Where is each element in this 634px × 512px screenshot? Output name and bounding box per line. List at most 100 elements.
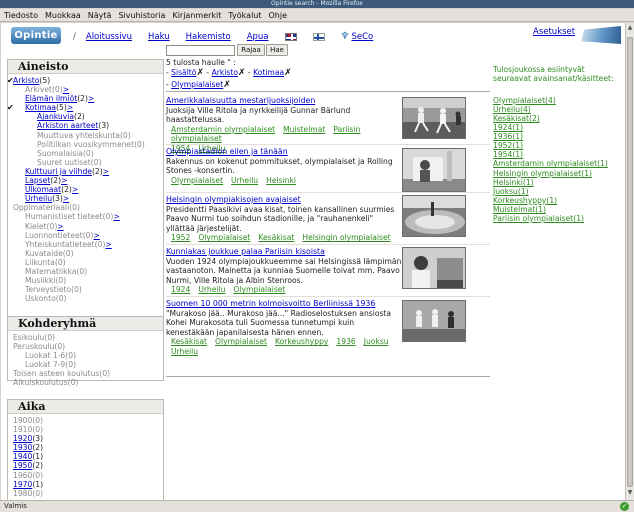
facet-item[interactable]: 1940(1) <box>13 452 163 461</box>
result-thumbnail[interactable] <box>402 97 466 139</box>
finnish-flag-icon[interactable] <box>312 32 325 41</box>
facet-item-label[interactable]: Ajankuvia <box>37 112 74 121</box>
menu-file[interactable]: Tiedosto <box>4 11 38 20</box>
facet-item-label[interactable]: Urheilu <box>25 194 52 203</box>
tag-link[interactable]: Olympialaiset <box>215 337 267 346</box>
result-thumbnail[interactable] <box>402 300 466 342</box>
related-keyword-link[interactable]: Pariisin olympialaiset(1) <box>493 214 621 223</box>
facet-item[interactable]: 1950(2) <box>13 461 163 470</box>
tag-link[interactable]: 1936 <box>336 337 355 346</box>
expand-arrow-icon[interactable]: > <box>103 167 109 176</box>
related-keyword-link[interactable]: Helsinki(1) <box>493 178 621 187</box>
menu-history[interactable]: Sivuhistoria <box>118 11 165 20</box>
related-keyword-link[interactable]: 1952(1) <box>493 141 621 150</box>
vertical-scrollbar[interactable]: ▲ ▼ <box>625 23 634 500</box>
facet-item[interactable]: ✔ Arkisto(5) <box>7 76 163 85</box>
related-keyword-link[interactable]: Juoksu(1) <box>493 187 621 196</box>
result-thumbnail[interactable] <box>402 247 466 289</box>
tag-link[interactable]: Urheilu <box>198 285 225 294</box>
tag-link[interactable]: Helsinki <box>266 176 296 185</box>
related-keyword-link[interactable]: Olympialaiset(4) <box>493 96 621 105</box>
tag-link[interactable]: Urheilu <box>231 176 258 185</box>
scroll-up-icon[interactable]: ▲ <box>627 25 633 31</box>
filter-olympialaiset[interactable]: Olympialaiset <box>171 80 223 89</box>
settings-link[interactable]: Asetukset <box>533 27 575 37</box>
remove-filter-icon[interactable]: ✗ <box>223 80 231 90</box>
tag-link[interactable]: Olympialaiset <box>233 285 285 294</box>
tag-link[interactable]: Olympialaiset <box>171 176 223 185</box>
expand-arrow-icon[interactable]: > <box>61 176 67 185</box>
facet-item-label[interactable]: 1970 <box>13 480 32 489</box>
expand-arrow-icon[interactable]: > <box>105 240 111 249</box>
facet-item[interactable]: 1970(1) <box>13 480 163 489</box>
facet-item-label[interactable]: Elämän ilmiöt <box>25 94 77 103</box>
facet-item[interactable]: Ulkomaat(2)> <box>13 185 163 194</box>
expand-arrow-icon[interactable]: > <box>57 222 63 231</box>
result-thumbnail[interactable] <box>402 195 466 237</box>
facet-item-label[interactable]: 1920 <box>13 434 32 443</box>
tag-link[interactable]: Olympialaiset <box>198 233 250 242</box>
facet-item[interactable]: Arkiston aarteet(3) <box>13 121 163 130</box>
facet-item-label[interactable]: Ulkomaat <box>25 185 61 194</box>
facet-item-label[interactable]: 1930 <box>13 443 32 452</box>
tag-link[interactable]: Helsingin olympialaiset <box>302 233 390 242</box>
result-title[interactable]: Amerikkalaisuutta mestarijuoksijoiden <box>166 96 396 106</box>
filter-arkisto[interactable]: Arkisto <box>212 68 238 77</box>
search-button[interactable]: Hae <box>266 44 288 56</box>
related-keyword-link[interactable]: 1954(1) <box>493 150 621 159</box>
menu-tools[interactable]: Työkalut <box>228 11 261 20</box>
facet-item[interactable]: Elämän ilmiöt(2)> <box>13 94 163 103</box>
facet-item-label[interactable]: 1940 <box>13 452 32 461</box>
filter-sisalto[interactable]: Sisältö <box>171 68 196 77</box>
tag-link[interactable]: Kesäkisat <box>258 233 294 242</box>
tag-link[interactable]: Muistelmat <box>283 125 325 134</box>
filter-kotimaa[interactable]: Kotimaa <box>253 68 284 77</box>
search-input[interactable] <box>166 45 235 56</box>
result-title[interactable]: Helsingin olympiakisojen avajaiset <box>166 195 396 205</box>
expand-arrow-icon[interactable]: > <box>63 85 69 94</box>
expand-arrow-icon[interactable]: > <box>88 94 94 103</box>
facet-item[interactable]: Kulttuuri ja viihde(2)> <box>13 167 163 176</box>
expand-arrow-icon[interactable]: > <box>93 231 99 240</box>
scroll-down-icon[interactable]: ▼ <box>627 490 633 496</box>
scrollbar-thumb[interactable] <box>627 37 633 487</box>
result-thumbnail[interactable] <box>402 148 466 192</box>
nav-search[interactable]: Haku <box>148 32 170 42</box>
result-title[interactable]: Kunniakas joukkue palaa Pariisin kisoist… <box>166 247 396 257</box>
expand-arrow-icon[interactable]: > <box>67 103 73 112</box>
facet-item-label[interactable]: Kotimaa <box>25 103 56 112</box>
related-keyword-link[interactable]: 1936(1) <box>493 132 621 141</box>
tag-link[interactable]: Amsterdamin olympialaiset <box>171 125 275 134</box>
expand-arrow-icon[interactable]: > <box>113 212 119 221</box>
menu-help[interactable]: Ohje <box>269 11 288 20</box>
facet-item[interactable]: Lapset(2)> <box>13 176 163 185</box>
menu-view[interactable]: Näytä <box>88 11 112 20</box>
result-title[interactable]: Suomen 10 000 metrin kolmoisvoitto Berli… <box>166 299 396 309</box>
facet-item-label[interactable]: 1950 <box>13 461 32 470</box>
facet-item[interactable]: Urheilu(3)> <box>13 194 163 203</box>
related-keyword-link[interactable]: Muistelmat(1) <box>493 205 621 214</box>
seco-label[interactable]: SeCo <box>351 32 373 42</box>
opintie-logo[interactable]: Opintie <box>11 27 61 44</box>
nav-help[interactable]: Apua <box>247 32 269 42</box>
remove-filter-icon[interactable]: ✗ <box>284 68 292 78</box>
tag-link[interactable]: Urheilu <box>171 347 198 356</box>
remove-filter-icon[interactable]: ✗ <box>238 68 246 78</box>
tag-link[interactable]: Kesäkisat <box>171 337 207 346</box>
refine-button[interactable]: Rajaa <box>237 44 265 56</box>
related-keyword-link[interactable]: Urheilu(4) <box>493 105 621 114</box>
tag-link[interactable]: Korkeushyppy <box>275 337 328 346</box>
tag-link[interactable]: 1924 <box>171 285 190 294</box>
nav-index[interactable]: Hakemisto <box>186 32 231 42</box>
facet-item[interactable]: Ajankuvia(2) <box>13 112 163 121</box>
expand-arrow-icon[interactable]: > <box>72 185 78 194</box>
remove-filter-icon[interactable]: ✗ <box>196 68 204 78</box>
menu-edit[interactable]: Muokkaa <box>45 11 81 20</box>
facet-item-label[interactable]: Arkiston aarteet <box>37 121 98 130</box>
related-keyword-link[interactable]: 1924(1) <box>493 123 621 132</box>
facet-item-label[interactable]: Arkisto <box>13 76 39 85</box>
related-keyword-link[interactable]: Amsterdamin olympialaiset(1) <box>493 159 621 168</box>
facet-item-label[interactable]: Lapset <box>25 176 50 185</box>
menu-bookmarks[interactable]: Kirjanmerkit <box>172 11 221 20</box>
nav-home[interactable]: Aloitussivu <box>86 32 132 42</box>
